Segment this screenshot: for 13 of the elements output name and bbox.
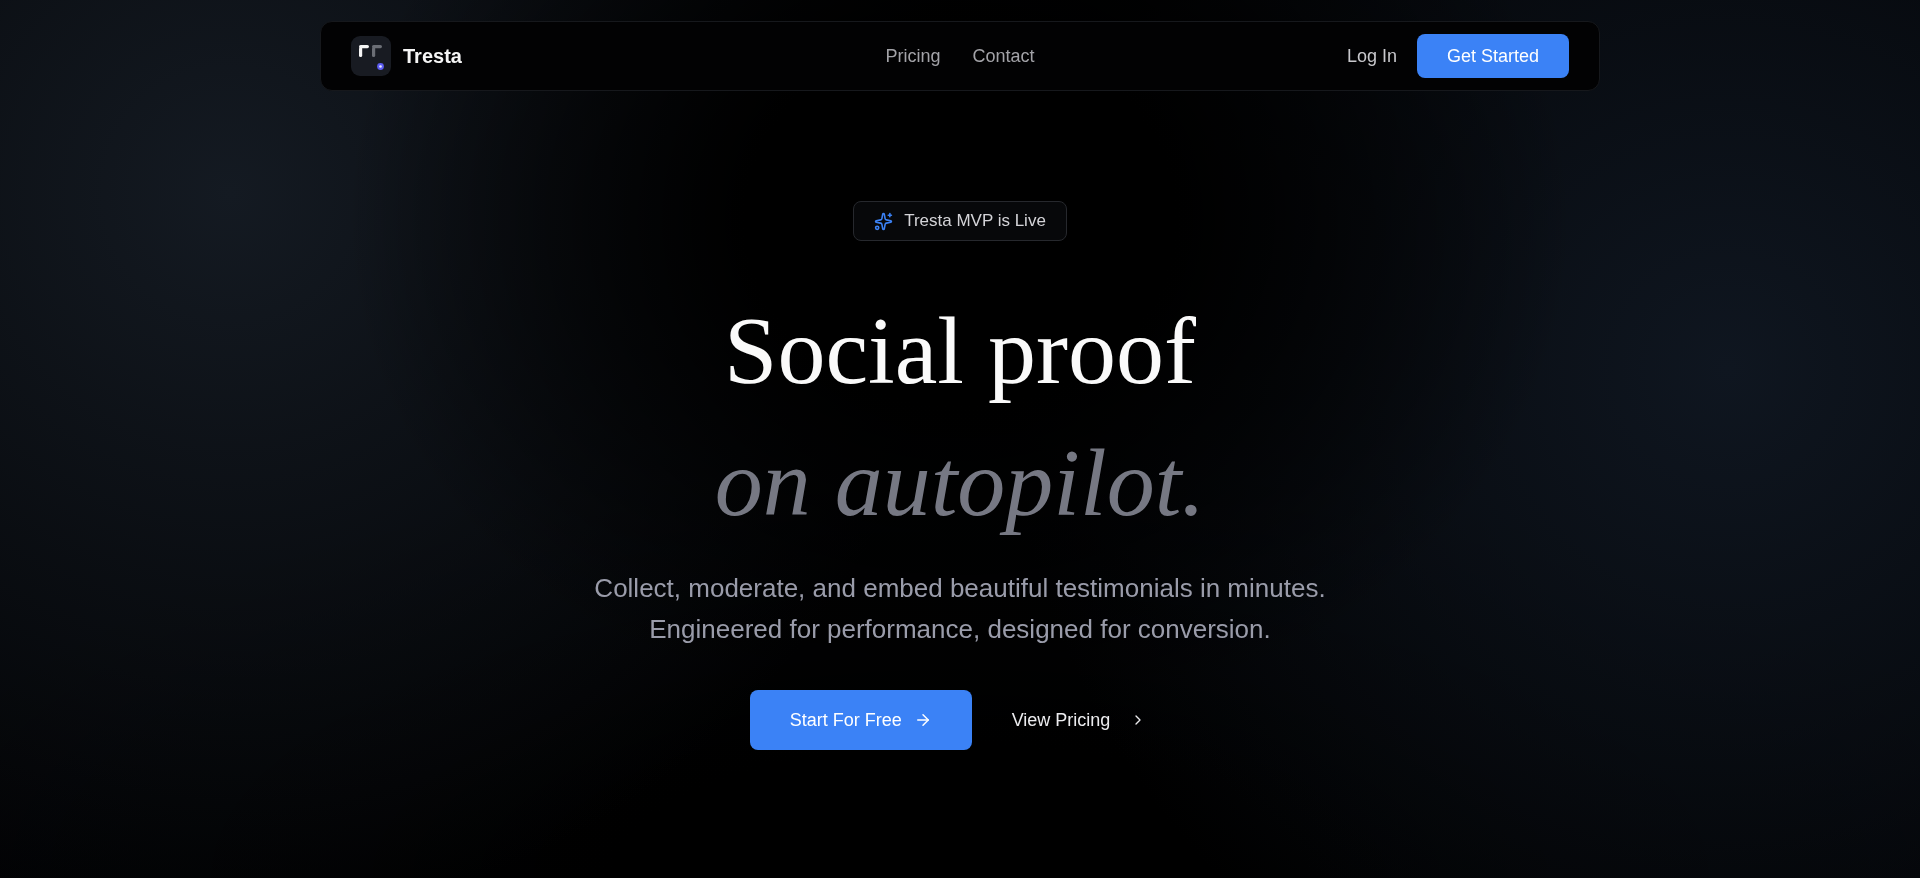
start-for-free-button[interactable]: Start For Free bbox=[749, 690, 972, 750]
badge-text: Tresta MVP is Live bbox=[904, 210, 1046, 233]
headline-accent: on autopilot. bbox=[713, 428, 1207, 538]
sparkle-icon bbox=[874, 211, 894, 231]
headline: Social proof bbox=[723, 296, 1197, 406]
nav-link[interactable]: Pricing bbox=[885, 42, 941, 70]
nav-link[interactable]: Contact bbox=[972, 42, 1035, 70]
hero-subtitle: Collect, moderate, and embed beautiful testimonials in minutes. Engineered for performance, designed for conversion. bbox=[594, 572, 1326, 646]
get-started-button[interactable]: Get Started bbox=[1416, 34, 1569, 78]
view-pricing-button[interactable]: View Pricing bbox=[987, 690, 1171, 750]
login-link[interactable]: Log In bbox=[1346, 42, 1397, 70]
brand-name: Tresta bbox=[403, 44, 462, 69]
logo-icon bbox=[351, 36, 391, 76]
